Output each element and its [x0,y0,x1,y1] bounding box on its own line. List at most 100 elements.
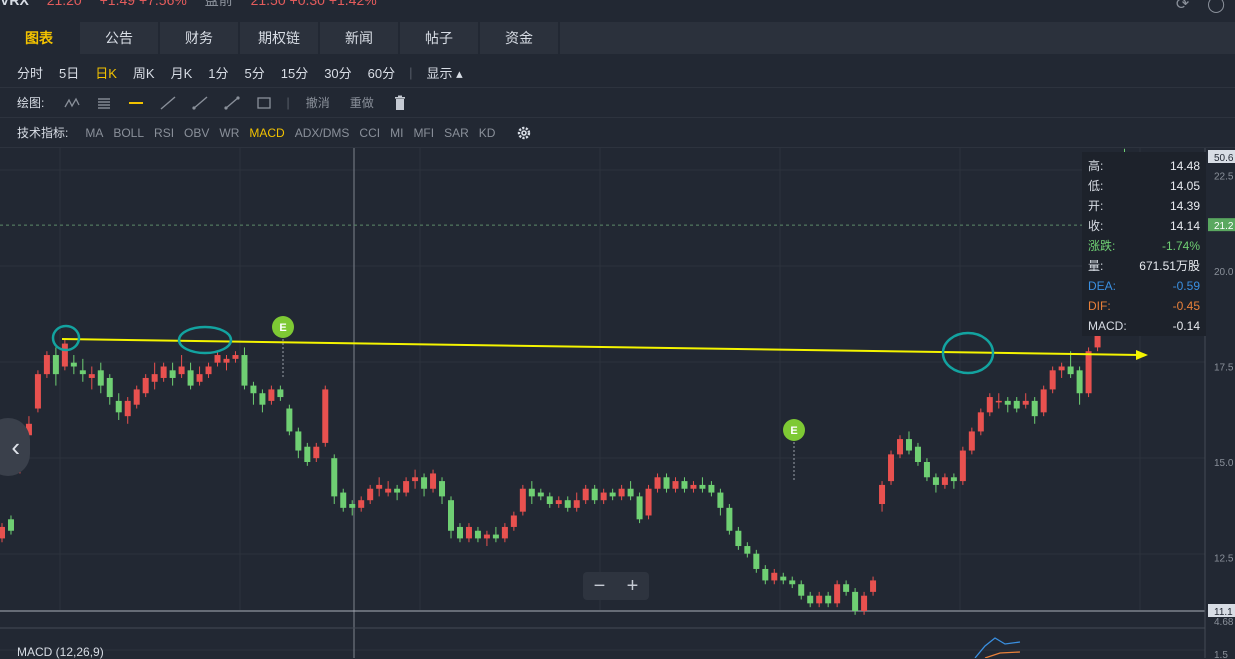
trash-icon[interactable] [390,95,410,111]
candle-body [1040,389,1047,413]
rectangle-tool-icon[interactable] [254,95,274,111]
candle-body [941,477,948,485]
drawing-toolbar: 绘图: | 撤消 重做 [0,88,1235,118]
candle-body [528,488,535,497]
info-change-value: -1.74% [1161,239,1200,253]
candle-body [465,526,472,539]
price-axis-label: 4.68 [1214,617,1234,628]
period-monthly[interactable]: 月K [163,63,201,82]
candle-body [1022,400,1029,405]
candle-body [690,484,697,489]
ray-tool-icon[interactable] [190,95,210,111]
horizontal-lines-tool-icon[interactable] [94,95,114,111]
price-axis-label: 22.5 [1214,172,1234,183]
indicator-sar[interactable]: SAR [439,126,474,140]
candle-body [474,530,481,539]
candle-body [178,366,185,375]
indicator-cci[interactable]: CCI [354,126,385,140]
period-daily[interactable]: 日K [87,63,125,82]
candle-body [214,355,221,363]
candle-body [421,477,428,489]
indicator-mi[interactable]: MI [385,126,408,140]
candle-body [367,488,374,501]
tab-chart[interactable]: 图表 [0,22,78,54]
candle-body [825,595,832,604]
price-axis-label: 21.2 [1214,221,1234,232]
candle-body [313,446,320,459]
tab-news[interactable]: 新闻 [320,22,398,54]
period-intraday[interactable]: 分时 [0,63,51,82]
indicator-wr[interactable]: WR [214,126,244,140]
candle-body [645,488,652,516]
candle-body [88,374,95,378]
candle-body [537,492,544,497]
price-axis-label: 12.5 [1214,554,1234,565]
candle-body [223,358,230,363]
display-dropdown[interactable]: 显示 ▴ [419,63,471,82]
candle-body [97,370,104,386]
zoom-in-button[interactable]: + [627,575,639,598]
info-dea-label: DEA: [1088,279,1117,293]
period-5min[interactable]: 5分 [237,63,273,82]
tab-posts[interactable]: 帖子 [400,22,478,54]
trend-line-tool-icon[interactable] [158,95,178,111]
segment-tool-icon[interactable] [222,95,242,111]
candle-body [259,393,266,405]
candle-body [627,488,634,497]
tab-options-chain[interactable]: 期权链 [240,22,318,54]
symbol: VRX [0,0,29,8]
tab-capital[interactable]: 资金 [480,22,558,54]
candle-body [519,488,526,512]
candle-body [52,355,59,375]
candle-body [430,473,437,489]
period-60min[interactable]: 60分 [360,63,403,82]
candle-body [672,481,679,489]
period-weekly[interactable]: 周K [125,63,163,82]
period-15min[interactable]: 15分 [273,63,316,82]
candle-body [573,500,580,508]
candle-body [340,492,347,508]
indicator-rsi[interactable]: RSI [149,126,179,140]
candle-body [456,526,463,539]
candle-body [600,492,607,501]
ohlc-info-panel: 高: 14.48 低: 14.05 开: 14.39 收: 14.14 涨跌: -1.74… [1082,152,1206,336]
candle-body [834,584,841,604]
candle-body [654,477,661,489]
tab-financials[interactable]: 财务 [160,22,238,54]
zoom-out-button[interactable]: − [594,575,606,598]
candle-body [403,481,410,493]
tab-announcements[interactable]: 公告 [80,22,158,54]
horizontal-line-tool-icon[interactable] [126,95,146,111]
candle-body [995,400,1002,403]
redo-button[interactable]: 重做 [340,94,384,111]
candle-body [950,477,957,482]
macd-dif-line [984,651,1021,658]
gear-icon[interactable] [514,125,534,141]
indicator-macd[interactable]: MACD [244,126,289,140]
indicator-obv[interactable]: OBV [179,126,214,140]
indicator-mfi[interactable]: MFI [408,126,439,140]
zigzag-tool-icon[interactable] [62,95,82,111]
indicator-kd[interactable]: KD [474,126,501,140]
candle-body [376,484,383,489]
indicator-boll[interactable]: BOLL [108,126,149,140]
candle-body [106,377,113,398]
period-30min[interactable]: 30分 [316,63,359,82]
chevron-left-icon[interactable]: ‹ [0,418,30,476]
candle-body [358,500,365,508]
indicator-ma[interactable]: MA [80,126,108,140]
info-open-label: 开: [1088,199,1104,213]
refresh-icon[interactable]: ⟳ ◯ [1176,0,1225,14]
candle-body [843,584,850,592]
indicator-adx-dms[interactable]: ADX/DMS [290,126,355,140]
quote-header: VRX 21.20 +1.49 +7.56% 盘前 21.50 +0.30 +1… [0,0,1235,12]
candle-body [888,454,895,482]
candle-body [564,500,571,508]
candle-body [1049,370,1056,390]
period-5day[interactable]: 5日 [51,63,87,82]
period-1min[interactable]: 1分 [200,63,236,82]
info-macd-value: -0.14 [1172,319,1200,333]
undo-button[interactable]: 撤消 [296,94,340,111]
price-axis-label: 1.5 [1214,650,1228,658]
candle-body [816,595,823,604]
